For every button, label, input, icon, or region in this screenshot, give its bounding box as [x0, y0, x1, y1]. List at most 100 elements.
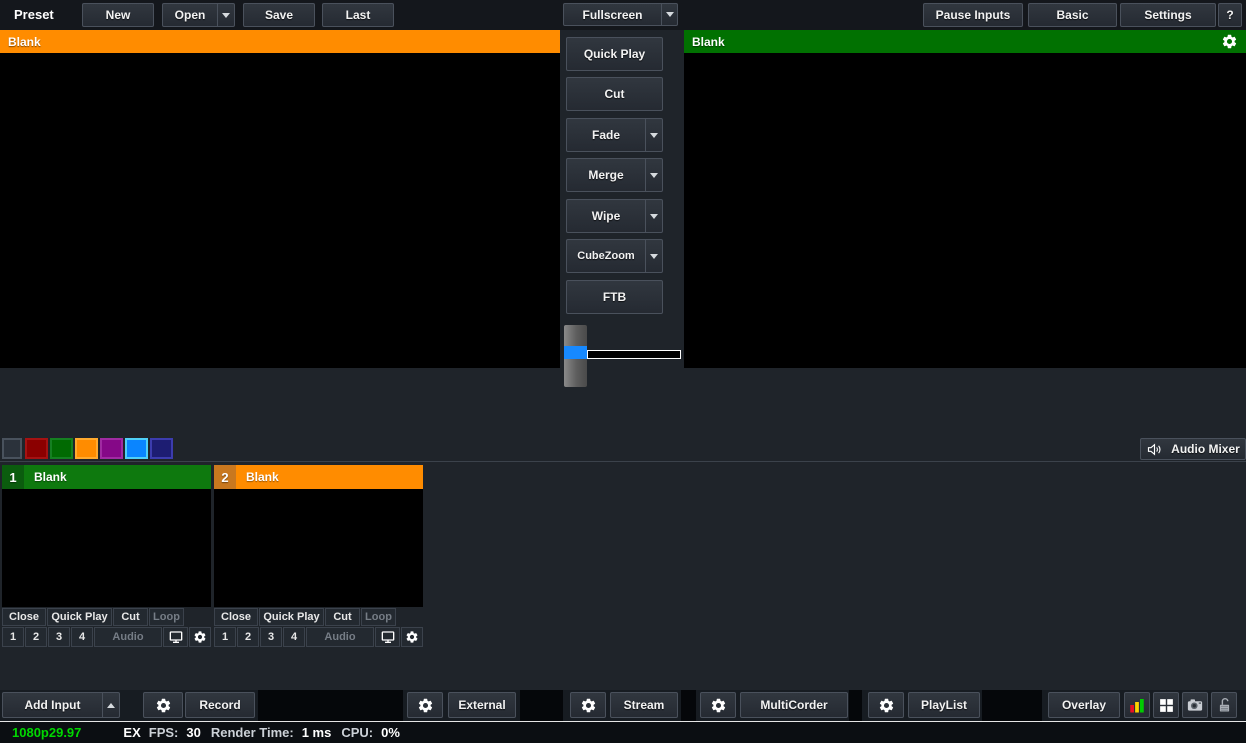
- input-2-quick-play-button[interactable]: Quick Play: [259, 608, 324, 626]
- color-swatch-green[interactable]: [50, 438, 73, 459]
- audio-levels-button[interactable]: [1124, 692, 1150, 718]
- input-2-close-button[interactable]: Close: [214, 608, 258, 626]
- color-swatch-navy[interactable]: [150, 438, 173, 459]
- input-panel-1: 1 Blank Close Quick Play Cut Loop 1 2 3 …: [2, 465, 211, 647]
- record-button[interactable]: Record: [185, 692, 255, 718]
- multicorder-settings-button[interactable]: [700, 692, 736, 718]
- input-2-settings-button[interactable]: [401, 627, 423, 647]
- overlay-button[interactable]: Overlay: [1048, 692, 1120, 718]
- gear-icon: [405, 630, 419, 644]
- fullscreen-button[interactable]: Fullscreen: [563, 3, 678, 26]
- save-preset-button[interactable]: Save: [243, 3, 315, 27]
- color-swatch-orange[interactable]: [75, 438, 98, 459]
- program-window[interactable]: Blank: [684, 30, 1246, 368]
- input-2-fullscreen-monitor-button[interactable]: [375, 627, 400, 647]
- input-1-overlay-1-button[interactable]: 1: [2, 627, 24, 647]
- audio-mixer-button[interactable]: Audio Mixer: [1140, 438, 1246, 460]
- input-2-cut-button[interactable]: Cut: [325, 608, 360, 626]
- input-panel-2: 2 Blank Close Quick Play Cut Loop 1 2 3 …: [214, 465, 423, 647]
- cut-button[interactable]: Cut: [566, 77, 663, 111]
- input-1-title-bar[interactable]: 1 Blank: [2, 465, 211, 489]
- cubezoom-button[interactable]: CubeZoom: [566, 239, 663, 273]
- input-2-loop-button[interactable]: Loop: [361, 608, 396, 626]
- input-1-close-button[interactable]: Close: [2, 608, 46, 626]
- multiview-layout-button[interactable]: [1153, 692, 1179, 718]
- merge-label: Merge: [567, 168, 645, 182]
- input-1-overlay-2-button[interactable]: 2: [25, 627, 47, 647]
- help-button[interactable]: ?: [1218, 3, 1242, 27]
- new-preset-button[interactable]: New: [82, 3, 154, 27]
- chevron-down-icon: [650, 173, 658, 178]
- input-2-video-thumbnail[interactable]: [214, 489, 423, 607]
- gear-icon: [580, 697, 597, 714]
- input-1-fullscreen-monitor-button[interactable]: [163, 627, 188, 647]
- input-1-loop-button[interactable]: Loop: [149, 608, 184, 626]
- tbar-position-indicator: [564, 346, 587, 359]
- input-1-settings-button[interactable]: [189, 627, 211, 647]
- multicorder-button[interactable]: MultiCorder: [740, 692, 848, 718]
- program-title: Blank: [692, 35, 725, 49]
- snapshot-button[interactable]: [1182, 692, 1208, 718]
- add-input-button[interactable]: Add Input: [2, 692, 120, 718]
- external-settings-button[interactable]: [407, 692, 443, 718]
- stream-button[interactable]: Stream: [610, 692, 678, 718]
- color-swatch-blue[interactable]: [125, 438, 148, 459]
- cubezoom-dropdown[interactable]: [645, 240, 662, 272]
- input-2-overlay-3-button[interactable]: 3: [260, 627, 282, 647]
- bottom-toolbar: Add Input Record External Stream MultiCo…: [0, 690, 1246, 721]
- fade-button[interactable]: Fade: [566, 118, 663, 152]
- fps-value: 30: [186, 725, 200, 740]
- input-2-title-bar[interactable]: 2 Blank: [214, 465, 423, 489]
- stream-settings-button[interactable]: [570, 692, 606, 718]
- input-1-audio-button[interactable]: Audio: [94, 627, 162, 647]
- input-2-overlay-4-button[interactable]: 4: [283, 627, 305, 647]
- preview-window[interactable]: Blank: [0, 30, 560, 368]
- input-2-overlay-2-button[interactable]: 2: [237, 627, 259, 647]
- preset-label: Preset: [14, 0, 54, 30]
- lock-interface-button[interactable]: [1211, 692, 1237, 718]
- add-input-dropup[interactable]: [102, 693, 119, 717]
- section-divider: [0, 461, 1246, 462]
- wipe-dropdown[interactable]: [645, 200, 662, 232]
- input-1-overlay-3-button[interactable]: 3: [48, 627, 70, 647]
- cpu-label: CPU:: [341, 725, 373, 740]
- transition-tbar-track[interactable]: [587, 350, 681, 359]
- last-preset-button[interactable]: Last: [322, 3, 394, 27]
- external-button[interactable]: External: [448, 692, 516, 718]
- chevron-down-icon: [222, 13, 230, 18]
- transition-tbar-handle[interactable]: [564, 325, 587, 387]
- basic-mode-button[interactable]: Basic: [1028, 3, 1117, 27]
- playlist-settings-button[interactable]: [868, 692, 904, 718]
- status-bar: 1080p29.97 EX FPS: 30 Render Time: 1 ms …: [0, 722, 1246, 743]
- lock-open-icon: [1216, 697, 1233, 714]
- top-toolbar: Preset New Open Save Last Fullscreen Pau…: [0, 0, 1246, 30]
- program-settings-gear-icon[interactable]: [1221, 33, 1238, 50]
- input-2-audio-button[interactable]: Audio: [306, 627, 374, 647]
- color-swatch-purple[interactable]: [100, 438, 123, 459]
- input-1-cut-button[interactable]: Cut: [113, 608, 148, 626]
- quick-play-button[interactable]: Quick Play: [566, 37, 663, 71]
- input-1-quick-play-button[interactable]: Quick Play: [47, 608, 112, 626]
- open-preset-dropdown[interactable]: [217, 4, 234, 26]
- chevron-up-icon: [107, 703, 115, 708]
- record-settings-button[interactable]: [143, 692, 183, 718]
- settings-button[interactable]: Settings: [1120, 3, 1216, 27]
- input-1-overlay-4-button[interactable]: 4: [71, 627, 93, 647]
- playlist-button[interactable]: PlayList: [908, 692, 980, 718]
- open-preset-button[interactable]: Open: [162, 3, 235, 27]
- merge-button[interactable]: Merge: [566, 158, 663, 192]
- input-2-number: 2: [214, 465, 236, 489]
- color-swatch-red[interactable]: [25, 438, 48, 459]
- input-1-video-thumbnail[interactable]: [2, 489, 211, 607]
- program-title-bar: Blank: [684, 30, 1246, 53]
- ftb-button[interactable]: FTB: [566, 280, 663, 314]
- merge-dropdown[interactable]: [645, 159, 662, 191]
- wipe-button[interactable]: Wipe: [566, 199, 663, 233]
- fade-dropdown[interactable]: [645, 119, 662, 151]
- color-swatch-none[interactable]: [2, 438, 22, 459]
- input-2-overlay-1-button[interactable]: 1: [214, 627, 236, 647]
- output-resolution-label[interactable]: 1080p29.97: [12, 725, 81, 740]
- fullscreen-dropdown[interactable]: [661, 4, 677, 25]
- preview-title-bar: Blank: [0, 30, 560, 53]
- pause-inputs-button[interactable]: Pause Inputs: [923, 3, 1023, 27]
